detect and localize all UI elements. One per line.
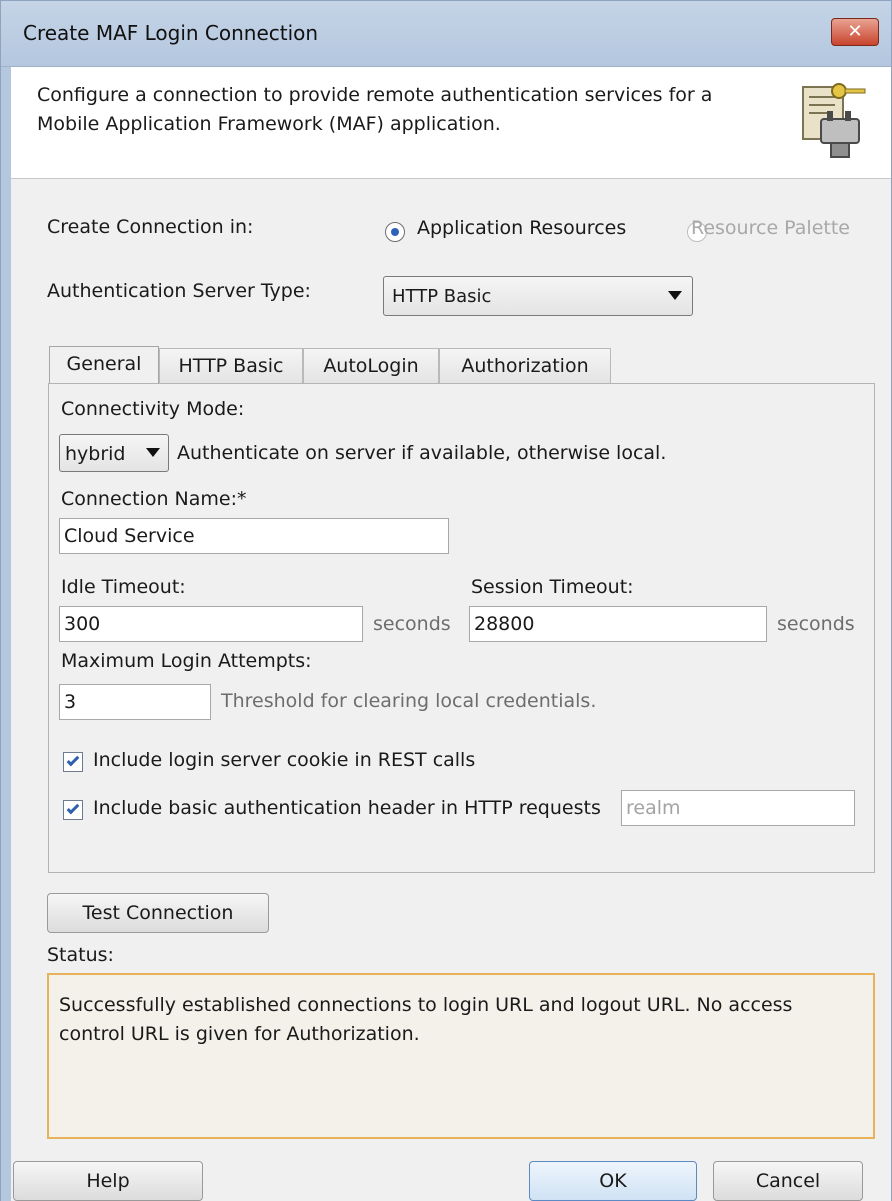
- max-login-label: Maximum Login Attempts:: [61, 650, 312, 672]
- auth-server-type-select[interactable]: HTTP Basic: [383, 276, 693, 316]
- tab-general[interactable]: General: [49, 346, 159, 384]
- ok-button[interactable]: OK: [529, 1161, 697, 1201]
- auth-server-type-label: Authentication Server Type:: [47, 280, 311, 302]
- general-tab-panel: Connectivity Mode: hybrid Authenticate o…: [48, 383, 875, 873]
- include-basic-auth-checkbox[interactable]: [63, 800, 83, 820]
- status-box: Successfully established connections to …: [47, 973, 875, 1139]
- checkmark-icon: [66, 753, 80, 767]
- chevron-down-icon: [146, 448, 160, 457]
- window-frame-left: [1, 67, 11, 1201]
- tab-autologin[interactable]: AutoLogin: [303, 348, 439, 384]
- title-bar: Create MAF Login Connection ✕: [1, 1, 891, 67]
- idle-timeout-label: Idle Timeout:: [61, 576, 186, 598]
- connection-name-input[interactable]: Cloud Service: [59, 518, 449, 554]
- tab-autologin-label: AutoLogin: [323, 355, 419, 377]
- chevron-down-icon: [668, 291, 682, 300]
- connectivity-mode-hint: Authenticate on server if available, oth…: [177, 442, 667, 464]
- include-cookie-label[interactable]: Include login server cookie in REST call…: [93, 749, 475, 771]
- tab-authorization[interactable]: Authorization: [439, 348, 611, 384]
- tab-http-basic[interactable]: HTTP Basic: [159, 348, 303, 384]
- tab-general-label: General: [66, 353, 142, 375]
- window-title: Create MAF Login Connection: [23, 21, 319, 45]
- connectivity-mode-value: hybrid: [65, 443, 126, 465]
- create-in-label: Create Connection in:: [47, 216, 254, 238]
- header-description: Configure a connection to provide remote…: [37, 84, 713, 135]
- test-connection-button[interactable]: Test Connection: [47, 893, 269, 933]
- connectivity-mode-label: Connectivity Mode:: [61, 398, 245, 420]
- status-text: Successfully established connections to …: [59, 994, 793, 1045]
- radio-resource-palette-label: Resource Palette: [691, 217, 850, 239]
- tab-http-basic-label: HTTP Basic: [178, 355, 284, 377]
- cancel-button[interactable]: Cancel: [713, 1161, 863, 1201]
- close-button[interactable]: ✕: [831, 18, 879, 46]
- connectivity-mode-select[interactable]: hybrid: [59, 434, 169, 472]
- session-timeout-input[interactable]: 28800: [469, 606, 767, 642]
- radio-application-resources[interactable]: [385, 221, 405, 242]
- session-timeout-label: Session Timeout:: [471, 576, 634, 598]
- realm-input[interactable]: realm: [621, 790, 855, 826]
- header-pane: Configure a connection to provide remote…: [11, 67, 891, 179]
- connection-key-plug-icon: [801, 81, 871, 166]
- idle-timeout-input[interactable]: 300: [59, 606, 363, 642]
- status-label: Status:: [47, 944, 114, 966]
- dialog-window: Create MAF Login Connection ✕ Configure …: [0, 0, 892, 1201]
- session-timeout-unit: seconds: [777, 613, 855, 635]
- auth-server-type-value: HTTP Basic: [392, 286, 492, 307]
- include-cookie-checkbox[interactable]: [63, 752, 83, 772]
- include-basic-auth-label[interactable]: Include basic authentication header in H…: [93, 797, 601, 819]
- radio-application-resources-label[interactable]: Application Resources: [417, 217, 626, 239]
- dialog-body: Create Connection in: Application Resour…: [11, 180, 891, 1201]
- max-login-input[interactable]: 3: [59, 684, 211, 720]
- close-icon[interactable]: ✕: [847, 21, 862, 42]
- help-button[interactable]: Help: [13, 1161, 203, 1201]
- checkmark-icon: [66, 801, 80, 815]
- connection-name-label: Connection Name:*: [61, 488, 247, 510]
- tab-authorization-label: Authorization: [461, 355, 589, 377]
- idle-timeout-unit: seconds: [373, 613, 451, 635]
- max-login-hint: Threshold for clearing local credentials…: [221, 690, 597, 712]
